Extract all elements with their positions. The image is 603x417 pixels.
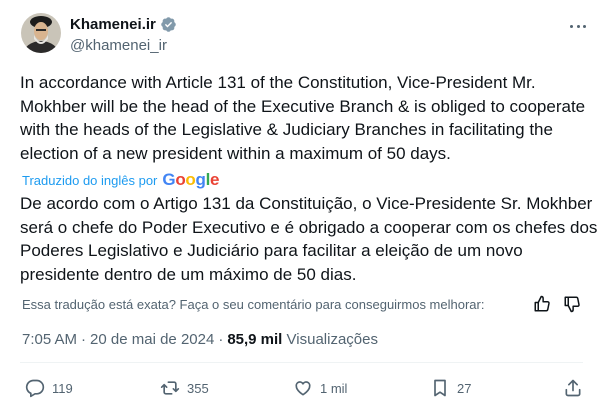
reply-icon: [25, 378, 45, 398]
translation-feedback-prompt: Essa tradução está exata? Faça o seu com…: [22, 297, 485, 312]
author-name-row[interactable]: Khamenei.ir: [70, 16, 177, 33]
avatar-image: [21, 13, 61, 53]
bookmark-button[interactable]: 27: [430, 378, 471, 398]
google-logo: Google: [162, 170, 220, 189]
retweet-button[interactable]: 355: [160, 378, 209, 398]
share-icon: [563, 378, 583, 398]
avatar[interactable]: [21, 13, 61, 53]
tweet-date[interactable]: 20 de mai de 2024: [90, 331, 214, 348]
translation-attribution[interactable]: Traduzido do inglês por Google: [22, 170, 220, 190]
like-icon: [293, 378, 313, 398]
action-bar: 119 355 1 mil 27: [0, 378, 603, 402]
retweet-count: 355: [187, 380, 209, 396]
tweet-time[interactable]: 7:05 AM: [22, 331, 77, 348]
bookmark-count: 27: [457, 380, 472, 396]
meta-separator: ·: [81, 331, 87, 348]
tweet-meta: 7:05 AM · 20 de mai de 2024 · 85,9 mil Visua…: [22, 331, 378, 348]
thumbs-up-icon[interactable]: [533, 295, 551, 313]
tweet-card: Khamenei.ir @khamenei_ir In accordance w…: [0, 0, 603, 417]
retweet-icon: [160, 378, 180, 398]
divider: [20, 362, 583, 363]
like-button[interactable]: 1 mil: [293, 378, 347, 398]
tweet-text-translated: De acordo com o Artigo 131 da Constituiç…: [20, 194, 598, 284]
translated-label: Traduzido do inglês por: [22, 172, 158, 188]
views-count: 85,9 mil: [227, 331, 283, 348]
handle[interactable]: @khamenei_ir: [70, 37, 167, 54]
reply-button[interactable]: 119: [25, 378, 73, 398]
views-label: Visualizações: [286, 331, 378, 348]
bookmark-icon: [430, 378, 450, 398]
reply-count: 119: [52, 380, 73, 396]
more-icon[interactable]: [568, 18, 588, 34]
tweet-text-original: In accordance with Article 131 of the Co…: [20, 73, 586, 163]
verified-badge-icon: [160, 16, 177, 33]
like-count: 1 mil: [320, 380, 348, 396]
thumbs-down-icon[interactable]: [563, 295, 581, 313]
meta-separator: ·: [218, 331, 224, 348]
display-name[interactable]: Khamenei.ir: [70, 16, 156, 33]
share-button[interactable]: [563, 378, 583, 398]
